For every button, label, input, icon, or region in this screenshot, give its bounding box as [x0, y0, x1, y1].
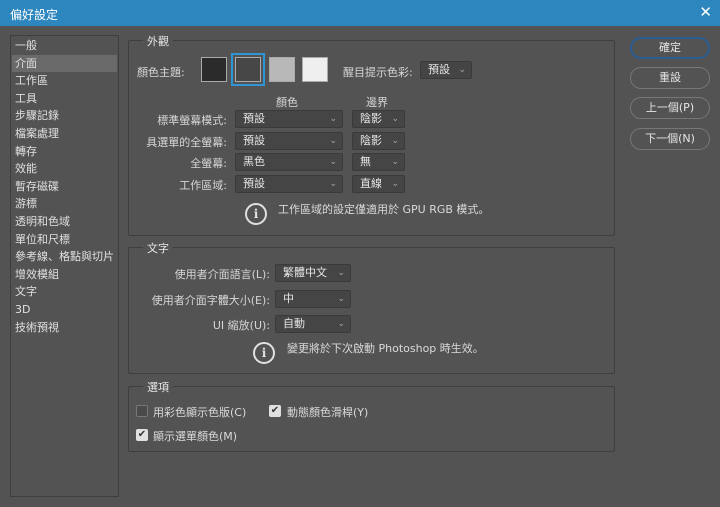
text-title: 文字 [143, 240, 173, 256]
color-theme-swatch[interactable] [201, 57, 227, 82]
ui-scaling-dropdown[interactable]: 自動 ⌄ [275, 315, 351, 333]
chevron-down-icon: ⌄ [337, 268, 345, 278]
screen-mode-label: 標準螢幕模式: [157, 114, 227, 127]
menu-colors-checkbox[interactable]: ✔ [136, 429, 148, 441]
sidebar-item[interactable]: 轉存 [12, 143, 117, 160]
sidebar-item[interactable]: 介面 [12, 54, 117, 72]
appearance-title: 外觀 [143, 33, 173, 49]
column-color-header: 顏色 [276, 96, 298, 109]
title-bar: 偏好設定 ✕ [0, 0, 720, 26]
screen-mode-label: 全螢幕: [190, 157, 227, 170]
sidebar-item[interactable]: 文字 [12, 283, 117, 300]
screen-color-dropdown[interactable]: 預設 ⌄ [235, 110, 343, 128]
sidebar-item[interactable]: 透明和色域 [12, 213, 117, 230]
dynamic-sliders-label: 動態顏色滑桿(Y) [287, 406, 369, 419]
ui-font-size-dropdown[interactable]: 中 ⌄ [275, 290, 351, 308]
dynamic-sliders-checkbox[interactable]: ✔ [269, 405, 281, 417]
highlight-color-label: 醒目提示色彩: [343, 66, 413, 79]
highlight-color-value: 預設 [428, 63, 450, 76]
color-theme-label: 顏色主題: [137, 66, 185, 79]
sidebar-item[interactable]: 檔案處理 [12, 125, 117, 142]
sidebar-item[interactable]: 3D [12, 301, 117, 318]
ui-scaling-label: UI 縮放(U): [212, 319, 270, 332]
screen-border-value: 陰影 [360, 112, 382, 125]
chevron-down-icon: ⌄ [329, 179, 337, 189]
sidebar-item[interactable]: 步驟記錄 [12, 107, 117, 124]
options-title: 選項 [143, 379, 173, 395]
chevron-down-icon: ⌄ [391, 179, 399, 189]
screen-border-value: 直線 [360, 177, 382, 190]
sidebar-item[interactable]: 一般 [12, 37, 117, 54]
chevron-down-icon: ⌄ [329, 157, 337, 167]
color-theme-swatch[interactable] [302, 57, 328, 82]
screen-color-value: 預設 [243, 177, 265, 190]
info-icon: i [253, 342, 275, 364]
ui-language-value: 繁體中文 [283, 266, 327, 279]
screen-border-dropdown[interactable]: 無 ⌄ [352, 153, 405, 171]
chevron-down-icon: ⌄ [329, 114, 337, 124]
sidebar-item[interactable]: 游標 [12, 195, 117, 212]
screen-border-dropdown[interactable]: 陰影 ⌄ [352, 110, 405, 128]
chevron-down-icon: ⌄ [337, 319, 345, 329]
chevron-down-icon: ⌄ [391, 157, 399, 167]
next-button[interactable]: 下一個(N) [630, 128, 710, 150]
close-icon[interactable]: ✕ [699, 3, 712, 21]
screen-color-value: 預設 [243, 112, 265, 125]
screen-color-dropdown[interactable]: 預設 ⌄ [235, 132, 343, 150]
chevron-down-icon: ⌄ [337, 294, 345, 304]
screen-color-value: 黑色 [243, 155, 265, 168]
screen-color-dropdown[interactable]: 預設 ⌄ [235, 175, 343, 193]
screen-mode-label: 具選單的全螢幕: [146, 136, 227, 149]
screen-border-value: 陰影 [360, 134, 382, 147]
sidebar-item[interactable]: 效能 [12, 160, 117, 177]
menu-colors-label: 顯示選單顏色(M) [153, 430, 238, 443]
ui-font-size-value: 中 [283, 292, 294, 305]
ui-scaling-value: 自動 [283, 317, 305, 330]
sidebar-item[interactable]: 增效模組 [12, 266, 117, 283]
ok-button[interactable]: 確定 [630, 37, 710, 59]
screen-mode-label: 工作區域: [179, 179, 227, 192]
color-theme-swatch[interactable] [231, 53, 265, 86]
ui-font-size-label: 使用者介面字體大小(E): [151, 294, 270, 307]
chevron-down-icon: ⌄ [391, 136, 399, 146]
screen-color-value: 預設 [243, 134, 265, 147]
chevron-down-icon: ⌄ [329, 136, 337, 146]
reset-button[interactable]: 重設 [630, 67, 710, 89]
chevron-down-icon: ⌄ [458, 65, 466, 75]
text-note: 變更將於下次啟動 Photoshop 時生效。 [287, 342, 484, 355]
column-border-header: 邊界 [366, 96, 388, 109]
sidebar-item[interactable]: 工具 [12, 90, 117, 107]
info-icon: i [245, 203, 267, 225]
screen-border-dropdown[interactable]: 陰影 ⌄ [352, 132, 405, 150]
sidebar-item[interactable]: 工作區 [12, 72, 117, 89]
ui-language-label: 使用者介面語言(L): [174, 268, 270, 281]
color-channels-label: 用彩色顯示色版(C) [153, 406, 247, 419]
sidebar-item[interactable]: 單位和尺標 [12, 231, 117, 248]
ui-language-dropdown[interactable]: 繁體中文 ⌄ [275, 264, 351, 282]
color-theme-swatch[interactable] [269, 57, 295, 82]
sidebar-item[interactable]: 暫存磁碟 [12, 178, 117, 195]
screen-border-value: 無 [360, 155, 371, 168]
screen-border-dropdown[interactable]: 直線 ⌄ [352, 175, 405, 193]
sidebar: 一般 介面 工作區 工具 步驟記錄 檔案處理 轉存 效能 暫存磁碟 游標 透明和色域 單位和尺標 參考線… [10, 35, 119, 497]
sidebar-item[interactable]: 技術預視 [12, 319, 117, 336]
appearance-note: 工作區域的設定僅適用於 GPU RGB 模式。 [278, 203, 490, 216]
chevron-down-icon: ⌄ [391, 114, 399, 124]
highlight-color-dropdown[interactable]: 預設 ⌄ [420, 61, 472, 79]
screen-color-dropdown[interactable]: 黑色 ⌄ [235, 153, 343, 171]
window-title: 偏好設定 [10, 8, 59, 22]
color-channels-checkbox[interactable] [136, 405, 148, 417]
previous-button[interactable]: 上一個(P) [630, 97, 710, 119]
sidebar-item[interactable]: 參考線、格點與切片 [12, 248, 117, 265]
